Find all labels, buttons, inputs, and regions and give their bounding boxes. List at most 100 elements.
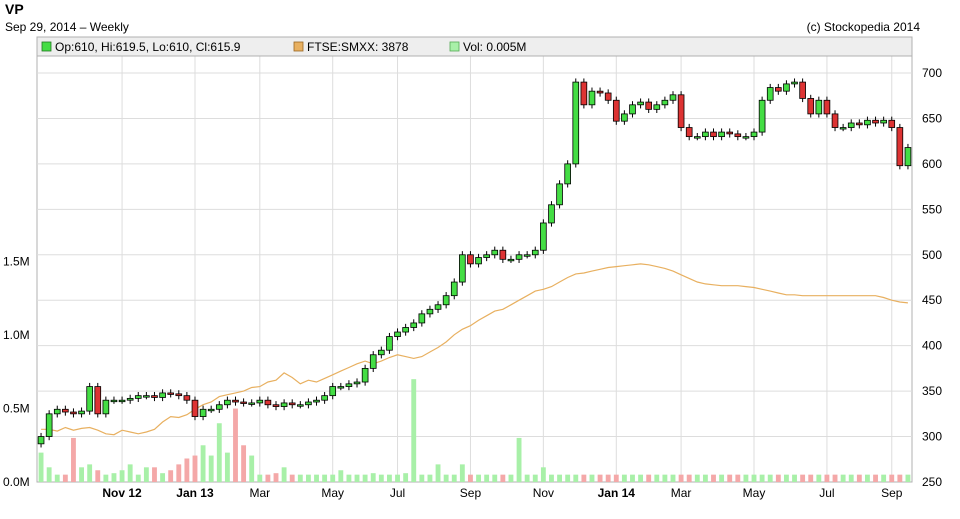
time-axis: Nov 12 Jan 13 Mar May Jul Sep Nov Jan 14 Mar May J… — [102, 486, 902, 500]
candle-body — [321, 395, 328, 401]
volume-bar — [792, 474, 797, 482]
volume-bar — [71, 437, 76, 482]
candle-body — [799, 81, 806, 99]
candle-body — [70, 411, 77, 415]
candle-body — [394, 331, 401, 337]
volume-bar — [613, 474, 619, 482]
volume-bar — [395, 474, 400, 482]
ohlc-legend-swatch — [41, 41, 52, 52]
volume-bar — [176, 464, 182, 482]
volume-bar — [370, 473, 376, 482]
volume-bar — [686, 474, 692, 482]
candle-body — [248, 402, 256, 405]
volume-bar — [549, 474, 554, 482]
volume-bar — [759, 474, 765, 482]
volume-bar — [540, 467, 546, 482]
candle-body — [134, 395, 142, 399]
time-tick-label: Jan 14 — [598, 486, 636, 500]
candle-body — [175, 393, 183, 397]
volume-bar — [646, 474, 652, 482]
candle-body — [78, 410, 85, 415]
volume-bar — [184, 458, 190, 482]
candle-body — [37, 436, 45, 445]
candle-body — [531, 249, 539, 256]
candle-body — [677, 94, 685, 128]
volume-bar — [200, 445, 206, 482]
candle-body — [264, 399, 272, 406]
volume-bar — [297, 474, 303, 482]
volume-bar — [824, 474, 830, 482]
candle-body — [378, 349, 385, 356]
price-tick-label: 400 — [922, 339, 942, 353]
volume-bar — [840, 474, 846, 482]
volume-bar — [476, 474, 481, 482]
candle-body — [296, 404, 304, 407]
candle-body — [450, 281, 458, 297]
volume-bar — [79, 467, 84, 482]
volume-bar — [152, 467, 157, 482]
volume-bar — [411, 379, 417, 482]
candle-body — [710, 131, 717, 138]
candle-body — [483, 254, 490, 258]
volume-bar — [224, 452, 230, 482]
volume-bar — [816, 474, 822, 482]
candle-body — [621, 113, 628, 122]
candle-body — [815, 99, 823, 115]
volume-tick-label: 1.5M — [3, 255, 30, 269]
candle-body — [402, 327, 409, 333]
candle-body — [669, 94, 677, 101]
volume-bar — [500, 474, 506, 482]
volume-bar — [111, 473, 117, 482]
volume-bar — [735, 474, 741, 482]
volume-bar — [338, 470, 344, 482]
volume-bar — [597, 474, 603, 482]
candle-body — [604, 92, 612, 101]
candle-body — [742, 136, 750, 139]
candle-body — [369, 354, 377, 369]
volume-bar — [362, 474, 368, 482]
volume-bar — [127, 464, 133, 482]
volume-bar — [46, 467, 52, 482]
candle-body — [94, 386, 102, 415]
volume-bar — [832, 474, 838, 482]
candle-body — [151, 395, 158, 398]
volume-bar — [751, 474, 757, 482]
volume-bar — [743, 474, 749, 482]
candle-body — [86, 386, 93, 412]
volume-bar — [800, 474, 806, 482]
ohlc-legend-text: Op:610, Hi:619.5, Lo:610, Cl:615.9 — [55, 40, 241, 54]
volume-bar — [322, 474, 328, 482]
candle-body — [199, 408, 207, 417]
volume-bar — [694, 474, 700, 482]
volume-bar — [865, 474, 870, 482]
volume-bar — [87, 464, 93, 482]
volume-bar — [638, 474, 644, 482]
volume-bar — [273, 473, 279, 482]
candle-body — [523, 254, 531, 257]
candle-body — [183, 395, 191, 401]
price-tick-label: 450 — [922, 293, 942, 307]
volume-bar — [573, 474, 579, 482]
volume-bar — [881, 474, 887, 482]
volume-bar — [387, 474, 392, 482]
candle-body — [775, 87, 782, 92]
volume-bar — [314, 474, 319, 482]
volume-bar — [403, 473, 409, 482]
volume-bar — [354, 474, 360, 482]
candle-body — [102, 399, 110, 415]
candle-body — [353, 381, 361, 385]
candle-body — [410, 322, 418, 328]
candle-body — [888, 119, 896, 128]
candle-body — [637, 101, 644, 106]
price-axis: 700 650 600 550 500 450 400 350 300 250 — [922, 66, 942, 489]
price-tick-label: 650 — [922, 111, 942, 125]
volume-bar — [630, 474, 635, 482]
candle-body — [62, 408, 69, 413]
volume-axis: 1.5M 1.0M 0.5M 0.0M — [3, 255, 30, 489]
time-tick-label: Sep — [460, 486, 482, 500]
volume-bar — [216, 423, 222, 482]
candle-body — [305, 401, 312, 406]
volume-bar — [783, 474, 789, 482]
candle-body — [280, 402, 288, 407]
volume-bar — [143, 467, 149, 482]
